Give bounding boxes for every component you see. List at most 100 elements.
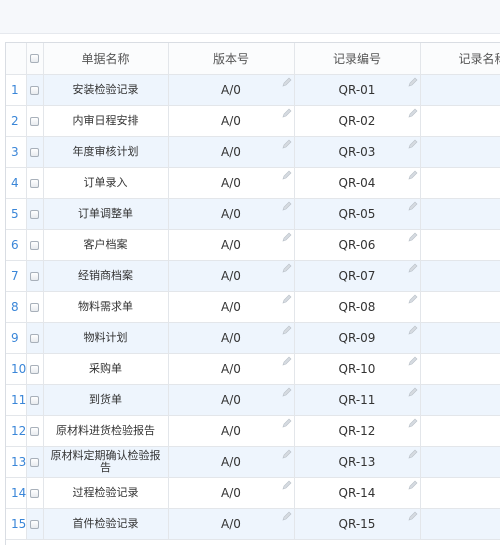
pencil-edit-icon[interactable] bbox=[408, 201, 418, 211]
pencil-edit-icon[interactable] bbox=[282, 294, 292, 304]
row-select-cell[interactable] bbox=[26, 74, 44, 106]
row-checkbox[interactable] bbox=[30, 147, 39, 157]
cell-name[interactable]: 内审日程安排 bbox=[43, 105, 169, 137]
cell-name[interactable]: 订单调整单 bbox=[43, 198, 169, 230]
cell-name[interactable]: 物料计划 bbox=[43, 322, 169, 354]
cell-version[interactable]: A/0 bbox=[168, 353, 295, 385]
table-row[interactable]: 13 原材料定期确认检验报告 A/0 QR-13 bbox=[6, 446, 500, 478]
cell-code[interactable]: QR-08 bbox=[294, 291, 421, 323]
row-checkbox[interactable] bbox=[30, 178, 39, 188]
table-row[interactable]: 11 到货单 A/0 QR-11 bbox=[6, 384, 500, 416]
cell-record-name[interactable] bbox=[420, 260, 500, 292]
row-select-cell[interactable] bbox=[26, 136, 44, 168]
cell-version[interactable]: A/0 bbox=[168, 136, 295, 168]
cell-record-name[interactable] bbox=[420, 415, 500, 447]
cell-code[interactable]: QR-06 bbox=[294, 229, 421, 261]
cell-version[interactable]: A/0 bbox=[168, 477, 295, 509]
pencil-edit-icon[interactable] bbox=[408, 418, 418, 428]
row-select-cell[interactable] bbox=[26, 198, 44, 230]
row-checkbox[interactable] bbox=[30, 457, 39, 467]
cell-code[interactable]: QR-01 bbox=[294, 74, 421, 106]
pencil-edit-icon[interactable] bbox=[408, 325, 418, 335]
pencil-edit-icon[interactable] bbox=[408, 77, 418, 87]
row-checkbox[interactable] bbox=[30, 364, 39, 374]
cell-code[interactable]: QR-14 bbox=[294, 477, 421, 509]
row-checkbox[interactable] bbox=[30, 116, 39, 126]
cell-name[interactable]: 订单录入 bbox=[43, 167, 169, 199]
row-checkbox[interactable] bbox=[30, 209, 39, 219]
cell-version[interactable]: A/0 bbox=[168, 105, 295, 137]
table-row[interactable]: 7 经销商档案 A/0 QR-07 bbox=[6, 260, 500, 292]
row-select-cell[interactable] bbox=[26, 384, 44, 416]
table-row[interactable]: 12 原材料进货检验报告 A/0 QR-12 bbox=[6, 415, 500, 447]
cell-code[interactable]: QR-02 bbox=[294, 105, 421, 137]
table-row[interactable]: 9 物料计划 A/0 QR-09 bbox=[6, 322, 500, 354]
table-row[interactable]: 8 物料需求单 A/0 QR-08 bbox=[6, 291, 500, 323]
row-select-cell[interactable] bbox=[26, 353, 44, 385]
cell-name[interactable]: 客户档案 bbox=[43, 229, 169, 261]
row-select-cell[interactable] bbox=[26, 167, 44, 199]
cell-code[interactable]: QR-05 bbox=[294, 198, 421, 230]
cell-version[interactable]: A/0 bbox=[168, 384, 295, 416]
cell-name[interactable]: 物料需求单 bbox=[43, 291, 169, 323]
row-select-cell[interactable] bbox=[26, 291, 44, 323]
cell-record-name[interactable] bbox=[420, 105, 500, 137]
table-row[interactable]: 1 安装检验记录 A/0 QR-01 bbox=[6, 74, 500, 106]
pencil-edit-icon[interactable] bbox=[408, 294, 418, 304]
pencil-edit-icon[interactable] bbox=[408, 480, 418, 490]
cell-record-name[interactable] bbox=[420, 291, 500, 323]
cell-version[interactable]: A/0 bbox=[168, 229, 295, 261]
cell-record-name[interactable] bbox=[420, 477, 500, 509]
table-row[interactable]: 5 订单调整单 A/0 QR-05 bbox=[6, 198, 500, 230]
row-select-cell[interactable] bbox=[26, 508, 44, 540]
pencil-edit-icon[interactable] bbox=[408, 170, 418, 180]
row-checkbox[interactable] bbox=[30, 333, 39, 343]
pencil-edit-icon[interactable] bbox=[408, 356, 418, 366]
pencil-edit-icon[interactable] bbox=[408, 387, 418, 397]
row-select-cell[interactable] bbox=[26, 477, 44, 509]
cell-code[interactable]: QR-10 bbox=[294, 353, 421, 385]
select-all-checkbox[interactable] bbox=[30, 54, 39, 64]
cell-version[interactable]: A/0 bbox=[168, 508, 295, 540]
pencil-edit-icon[interactable] bbox=[282, 263, 292, 273]
cell-version[interactable]: A/0 bbox=[168, 198, 295, 230]
pencil-edit-icon[interactable] bbox=[282, 77, 292, 87]
cell-version[interactable]: A/0 bbox=[168, 322, 295, 354]
row-select-cell[interactable] bbox=[26, 322, 44, 354]
column-header-name[interactable]: 单据名称 bbox=[43, 43, 169, 75]
cell-record-name[interactable] bbox=[420, 353, 500, 385]
header-select-all[interactable] bbox=[26, 43, 44, 75]
cell-record-name[interactable] bbox=[420, 508, 500, 540]
column-header-code[interactable]: 记录编号 bbox=[294, 43, 421, 75]
cell-version[interactable]: A/0 bbox=[168, 415, 295, 447]
row-checkbox[interactable] bbox=[30, 302, 39, 312]
table-row[interactable]: 6 客户档案 A/0 QR-06 bbox=[6, 229, 500, 261]
cell-record-name[interactable] bbox=[420, 167, 500, 199]
cell-code[interactable]: QR-09 bbox=[294, 322, 421, 354]
cell-code[interactable]: QR-11 bbox=[294, 384, 421, 416]
pencil-edit-icon[interactable] bbox=[408, 263, 418, 273]
cell-version[interactable]: A/0 bbox=[168, 167, 295, 199]
cell-name[interactable]: 原材料进货检验报告 bbox=[43, 415, 169, 447]
row-select-cell[interactable] bbox=[26, 446, 44, 478]
cell-code[interactable]: QR-12 bbox=[294, 415, 421, 447]
cell-record-name[interactable] bbox=[420, 136, 500, 168]
pencil-edit-icon[interactable] bbox=[408, 139, 418, 149]
cell-version[interactable]: A/0 bbox=[168, 446, 295, 478]
column-header-version[interactable]: 版本号 bbox=[168, 43, 295, 75]
row-select-cell[interactable] bbox=[26, 105, 44, 137]
cell-record-name[interactable] bbox=[420, 74, 500, 106]
cell-code[interactable]: QR-15 bbox=[294, 508, 421, 540]
cell-code[interactable]: QR-13 bbox=[294, 446, 421, 478]
pencil-edit-icon[interactable] bbox=[282, 108, 292, 118]
row-checkbox[interactable] bbox=[30, 85, 39, 95]
pencil-edit-icon[interactable] bbox=[282, 232, 292, 242]
pencil-edit-icon[interactable] bbox=[282, 480, 292, 490]
pencil-edit-icon[interactable] bbox=[282, 139, 292, 149]
cell-name[interactable]: 年度审核计划 bbox=[43, 136, 169, 168]
row-select-cell[interactable] bbox=[26, 229, 44, 261]
cell-record-name[interactable] bbox=[420, 384, 500, 416]
cell-name[interactable]: 原材料定期确认检验报告 bbox=[43, 446, 169, 478]
table-row[interactable]: 3 年度审核计划 A/0 QR-03 bbox=[6, 136, 500, 168]
pencil-edit-icon[interactable] bbox=[408, 449, 418, 459]
